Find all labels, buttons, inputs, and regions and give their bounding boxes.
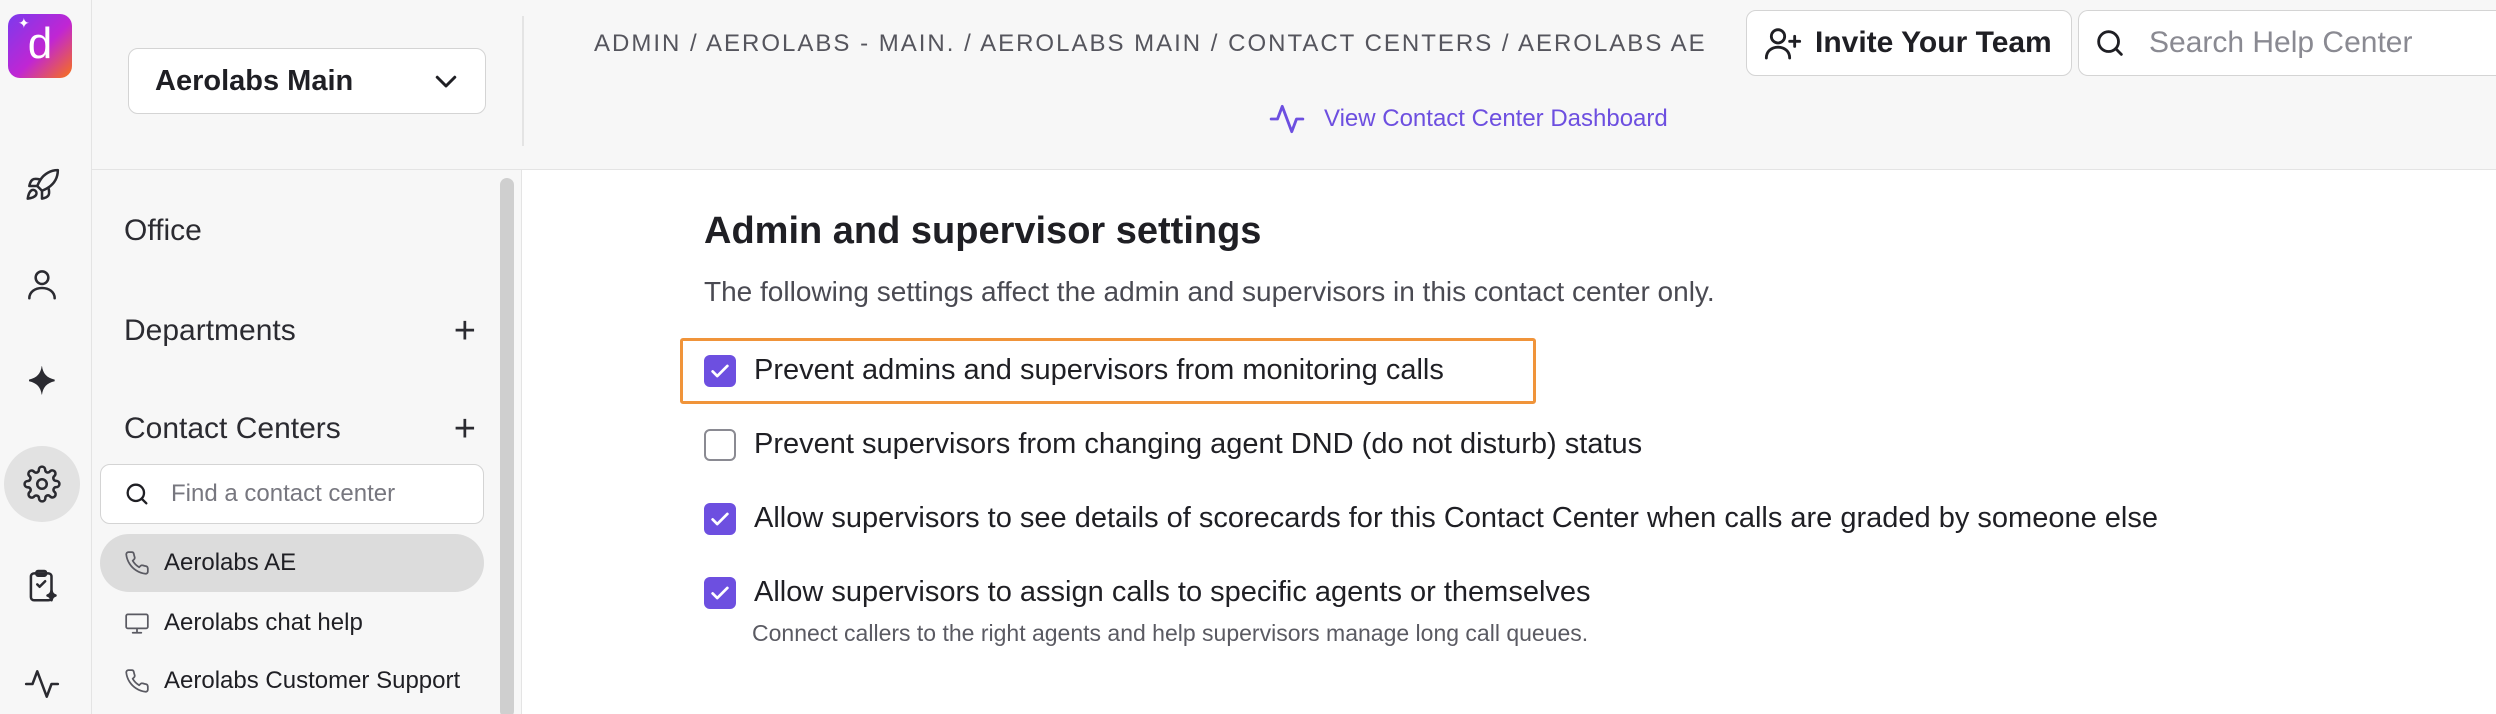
setting-label: Allow supervisors to assign calls to spe… bbox=[754, 576, 1591, 608]
add-department-icon[interactable]: + bbox=[454, 312, 476, 350]
breadcrumb[interactable]: ADMIN / AEROLABS - MAIN. / AEROLABS MAIN… bbox=[594, 30, 1707, 58]
help-search-box[interactable] bbox=[2078, 10, 2496, 76]
app-logo[interactable]: ✦ d bbox=[8, 14, 72, 78]
clipboard-sparkle-icon bbox=[29, 569, 57, 602]
header-divider bbox=[522, 16, 524, 146]
setting-label: Prevent supervisors from changing agent … bbox=[754, 428, 1643, 460]
nav-departments[interactable]: Departments + bbox=[124, 312, 476, 350]
contact-center-label: Aerolabs Customer Support bbox=[164, 667, 461, 694]
phone-icon bbox=[125, 551, 149, 575]
monitor-icon bbox=[125, 613, 149, 634]
rail-activity-button[interactable] bbox=[4, 646, 80, 714]
sidebar-scrollbar[interactable] bbox=[500, 178, 514, 714]
activity-icon bbox=[24, 670, 60, 698]
contact-center-search[interactable] bbox=[100, 464, 484, 524]
activity-icon bbox=[1269, 104, 1305, 134]
rail-person-button[interactable] bbox=[4, 246, 80, 322]
section-title: Admin and supervisor settings bbox=[704, 210, 1262, 252]
section-description: The following settings affect the admin … bbox=[704, 276, 1715, 307]
rocket-icon bbox=[26, 168, 60, 200]
search-icon bbox=[126, 483, 148, 505]
sparkle-icon bbox=[29, 366, 55, 395]
rail-clipboard-button[interactable] bbox=[4, 548, 80, 624]
nav-office-label: Office bbox=[124, 214, 202, 247]
setting-help-text: Connect callers to the right agents and … bbox=[752, 620, 1589, 646]
contact-center-search-input[interactable] bbox=[171, 480, 471, 508]
workspace-name: Aerolabs Main bbox=[155, 64, 354, 97]
setting-label: Allow supervisors to see details of scor… bbox=[754, 502, 2158, 534]
checkmark-icon bbox=[711, 586, 729, 599]
nav-departments-label: Departments bbox=[124, 314, 296, 347]
contact-center-item[interactable]: Aerolabs chat help bbox=[100, 594, 484, 652]
rail-settings-button[interactable] bbox=[4, 446, 80, 522]
checkbox-checked[interactable] bbox=[704, 502, 736, 535]
checkbox-checked[interactable] bbox=[704, 576, 736, 609]
setting-prevent-dnd-change[interactable]: Prevent supervisors from changing agent … bbox=[704, 428, 1642, 461]
logo-sparkle-icon: ✦ bbox=[18, 15, 30, 31]
top-header: Aerolabs Main ADMIN / AEROLABS - MAIN. /… bbox=[92, 0, 2496, 170]
nav-contact-centers-label: Contact Centers bbox=[124, 412, 341, 445]
person-icon bbox=[28, 270, 56, 300]
workspace-selector[interactable]: Aerolabs Main bbox=[128, 48, 486, 114]
nav-contact-centers[interactable]: Contact Centers + bbox=[124, 410, 476, 448]
contact-center-item[interactable]: Aerolabs Customer Support bbox=[100, 652, 484, 710]
checkbox-checked[interactable] bbox=[704, 354, 736, 387]
checkbox-unchecked[interactable] bbox=[704, 428, 736, 461]
view-dashboard-label: View Contact Center Dashboard bbox=[1324, 105, 1668, 132]
app-rail: ✦ d bbox=[0, 0, 92, 714]
rail-sparkle-button[interactable] bbox=[4, 344, 80, 420]
logo-letter: d bbox=[27, 19, 53, 68]
contact-center-item[interactable]: Aerolabs AE bbox=[100, 534, 484, 592]
invite-team-button[interactable]: Invite Your Team bbox=[1746, 10, 2072, 76]
phone-icon bbox=[125, 669, 149, 693]
contact-center-label: Aerolabs AE bbox=[164, 549, 297, 576]
chevron-down-icon bbox=[435, 75, 457, 88]
add-contact-center-icon[interactable]: + bbox=[454, 410, 476, 448]
contact-center-label: Aerolabs chat help bbox=[164, 609, 363, 636]
setting-assign-calls[interactable]: Allow supervisors to assign calls to spe… bbox=[704, 576, 1591, 609]
gear-icon bbox=[23, 465, 61, 503]
rail-rocket-button[interactable] bbox=[4, 148, 80, 224]
view-dashboard-link[interactable]: View Contact Center Dashboard bbox=[1268, 100, 1668, 138]
setting-prevent-monitoring[interactable]: Prevent admins and supervisors from moni… bbox=[704, 354, 1444, 387]
search-icon bbox=[2097, 30, 2123, 56]
add-user-icon bbox=[1764, 28, 1802, 60]
checkmark-icon bbox=[711, 364, 729, 377]
help-search-input[interactable] bbox=[2149, 26, 2449, 60]
settings-sidebar: Office Departments + Contact Centers + A… bbox=[92, 170, 522, 714]
setting-see-scorecards[interactable]: Allow supervisors to see details of scor… bbox=[704, 502, 2158, 535]
setting-label: Prevent admins and supervisors from moni… bbox=[754, 354, 1444, 386]
invite-team-label: Invite Your Team bbox=[1815, 26, 2052, 59]
checkmark-icon bbox=[711, 512, 729, 525]
main-content: Admin and supervisor settings The follow… bbox=[524, 170, 2496, 714]
nav-office[interactable]: Office bbox=[124, 214, 476, 248]
